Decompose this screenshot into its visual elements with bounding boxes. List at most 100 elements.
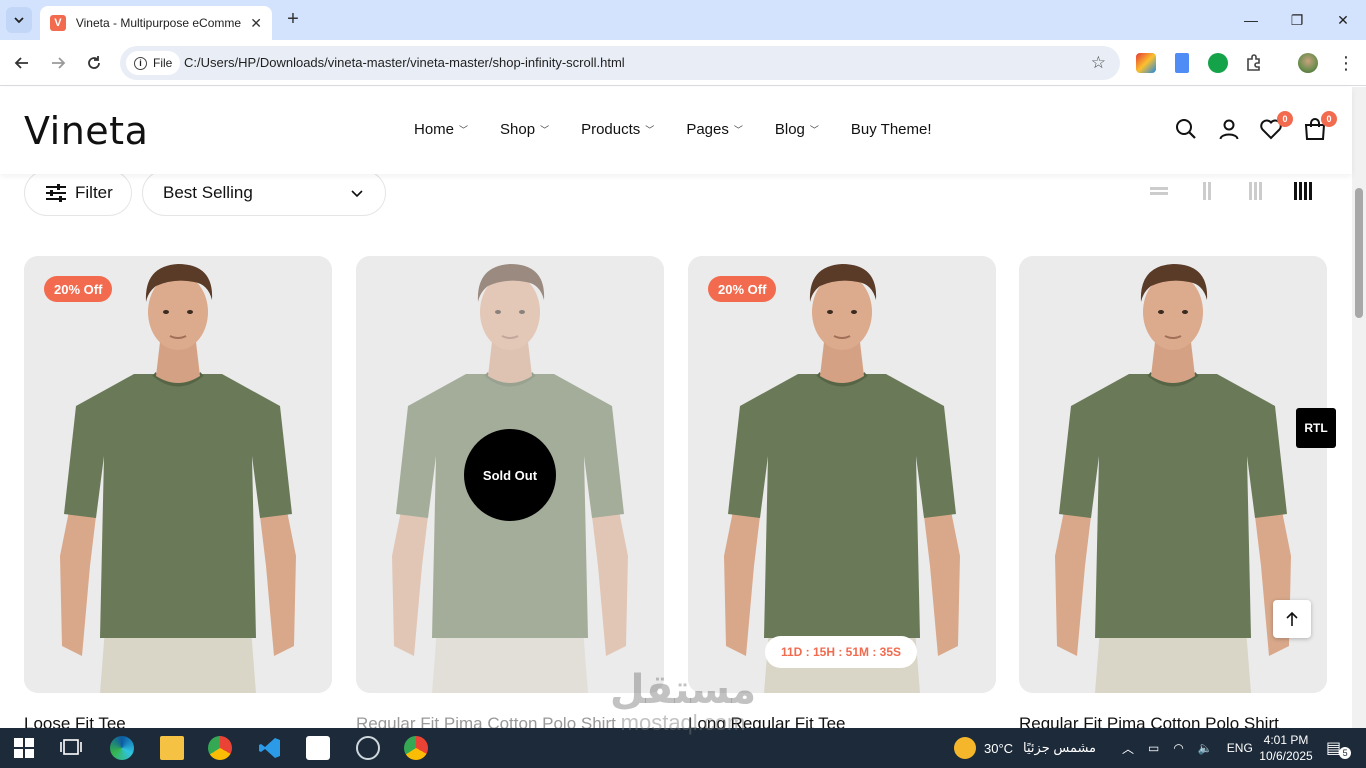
site-info-chip[interactable]: i File [126,51,181,75]
watermark-arabic: مستقل [609,668,757,712]
nav-label: Home [414,121,455,138]
omnibox[interactable]: i File C:/Users/HP/Downloads/vineta-mast… [120,46,1120,80]
search-icon[interactable] [1174,117,1200,143]
page-scrollbar[interactable] [1352,87,1366,728]
nav-item-shop[interactable]: Shop ﹀ [500,121,549,138]
volume-icon[interactable]: 🔈 [1198,741,1213,755]
grid-3-view-icon[interactable] [1244,180,1266,202]
favicon-icon: V [50,15,66,31]
restore-button[interactable]: ❐ [1274,0,1320,40]
reload-icon [88,56,100,69]
chrome-icon[interactable] [208,736,232,760]
chevron-down-icon: ﹀ [733,125,743,135]
grammarly-icon[interactable] [1208,53,1228,73]
reload-button[interactable] [82,51,106,75]
extensions-puzzle-icon[interactable] [1244,53,1264,73]
task-view-icon[interactable] [60,736,84,760]
vscode-icon[interactable] [258,736,282,760]
clock-date: 10/6/2025 [1259,749,1313,763]
cart-count-badge: 0 [1321,111,1337,127]
battery-icon[interactable]: ▭ [1148,741,1159,755]
site-logo[interactable]: Vineta [24,109,148,153]
obs-icon[interactable] [356,736,380,760]
account-icon[interactable] [1217,117,1243,143]
app-cube-icon[interactable] [306,736,330,760]
discount-badge: 20% Off [44,276,113,302]
browser-tab[interactable]: V Vineta - Multipurpose eComme ✕ [40,6,272,40]
chevron-down-icon: ﹀ [809,125,819,135]
clock[interactable]: 4:01 PM 10/6/2025 [1256,728,1316,768]
tab-search-button[interactable] [6,7,32,33]
file-label: File [153,56,173,70]
scrollbar-thumb[interactable] [1355,188,1363,318]
filter-label: Filter [75,183,113,202]
forward-button[interactable] [46,51,70,75]
extension-color-icon[interactable] [1136,53,1156,73]
nav-label: Products [581,121,641,138]
sort-label: Best Selling [163,183,253,202]
partly-sunny-icon [954,737,976,759]
edge-browser-icon[interactable] [110,736,134,760]
chevron-down-icon [14,17,24,24]
nav-item-pages[interactable]: Pages ﹀ [686,121,743,138]
nav-item-blog[interactable]: Blog ﹀ [775,121,819,138]
sold-out-badge: Sold Out [464,429,556,521]
notification-center-icon[interactable]: ▤ 5 [1326,728,1352,768]
nav-item-products[interactable]: Products ﹀ [581,121,654,138]
chevron-down-icon: ﹀ [540,125,550,135]
wishlist-icon[interactable]: 0 [1259,111,1293,143]
product-card[interactable]: Sold Out [356,256,664,693]
nav-label: Shop [500,121,536,138]
weather-widget[interactable]: 30°C مشمس جزئيًا [954,728,1096,768]
chrome-profile-icon[interactable] [404,736,428,760]
nav-item-buy-theme[interactable]: Buy Theme! [851,121,932,138]
back-button[interactable] [10,51,34,75]
chevron-down-icon: ﹀ [645,125,655,135]
cart-icon[interactable]: 0 [1303,111,1337,143]
discount-badge: 20% Off [708,276,777,302]
minimize-button[interactable]: — [1228,0,1274,40]
bookmark-star-icon[interactable]: ☆ [1091,53,1106,73]
rtl-toggle-button[interactable]: RTL [1296,408,1336,448]
weather-text: مشمس جزئيًا [1023,740,1097,755]
chevron-down-icon [351,190,363,198]
product-card[interactable]: 20% Off [24,256,332,693]
info-icon: i [134,56,147,70]
scroll-to-top-button[interactable] [1273,600,1311,638]
filter-sliders-icon [46,184,66,202]
countdown-timer: 11D : 15H : 51M : 35S [765,636,917,668]
clock-time: 4:01 PM [1263,733,1309,747]
wifi-icon[interactable]: ◠ [1173,741,1183,755]
arrow-right-icon [52,57,66,69]
browser-tab-bar: V Vineta - Multipurpose eComme ✕ + — ❐ ✕ [0,0,1366,40]
product-image [24,256,332,693]
windows-start-icon[interactable] [14,736,38,760]
address-bar-row: i File C:/Users/HP/Downloads/vineta-mast… [0,40,1366,86]
language-indicator[interactable]: ENG [1227,741,1253,755]
kebab-menu-icon[interactable]: ⋮ [1336,53,1356,73]
grid-2-view-icon[interactable] [1196,180,1218,202]
filter-button[interactable]: Filter [24,170,132,216]
url-text[interactable]: C:/Users/HP/Downloads/vineta-master/vine… [184,55,625,70]
main-nav: Home ﹀ Shop ﹀ Products ﹀ Pages ﹀ Blog ﹀ Buy T… [414,121,964,138]
grid-4-view-icon[interactable] [1292,180,1314,202]
arrow-up-icon [1286,611,1298,626]
nav-label: Buy Theme! [850,121,932,138]
tray-chevron-icon[interactable]: ︿ [1122,740,1134,757]
wishlist-count-badge: 0 [1277,111,1293,127]
close-window-button[interactable]: ✕ [1320,0,1366,40]
nav-item-home[interactable]: Home ﹀ [414,121,468,138]
profile-avatar[interactable] [1298,53,1318,73]
list-view-icon[interactable] [1148,180,1170,202]
sort-dropdown[interactable]: Best Selling [142,170,386,216]
nav-label: Pages [686,121,729,138]
new-tab-button[interactable]: + [282,8,304,30]
product-card[interactable]: 20% Off 11D : 15H : 51M : 35S [688,256,996,693]
site-header: Vineta Home ﹀ Shop ﹀ Products ﹀ Pages ﹀ Blog… [0,87,1352,174]
close-tab-icon[interactable]: ✕ [250,15,262,32]
product-image [688,256,996,693]
system-tray: ︿ ▭ ◠ 🔈 ENG [1122,728,1253,768]
extension-doc-icon[interactable] [1175,53,1189,73]
weather-temp: 30°C [984,740,1014,756]
file-explorer-icon[interactable] [160,736,184,760]
